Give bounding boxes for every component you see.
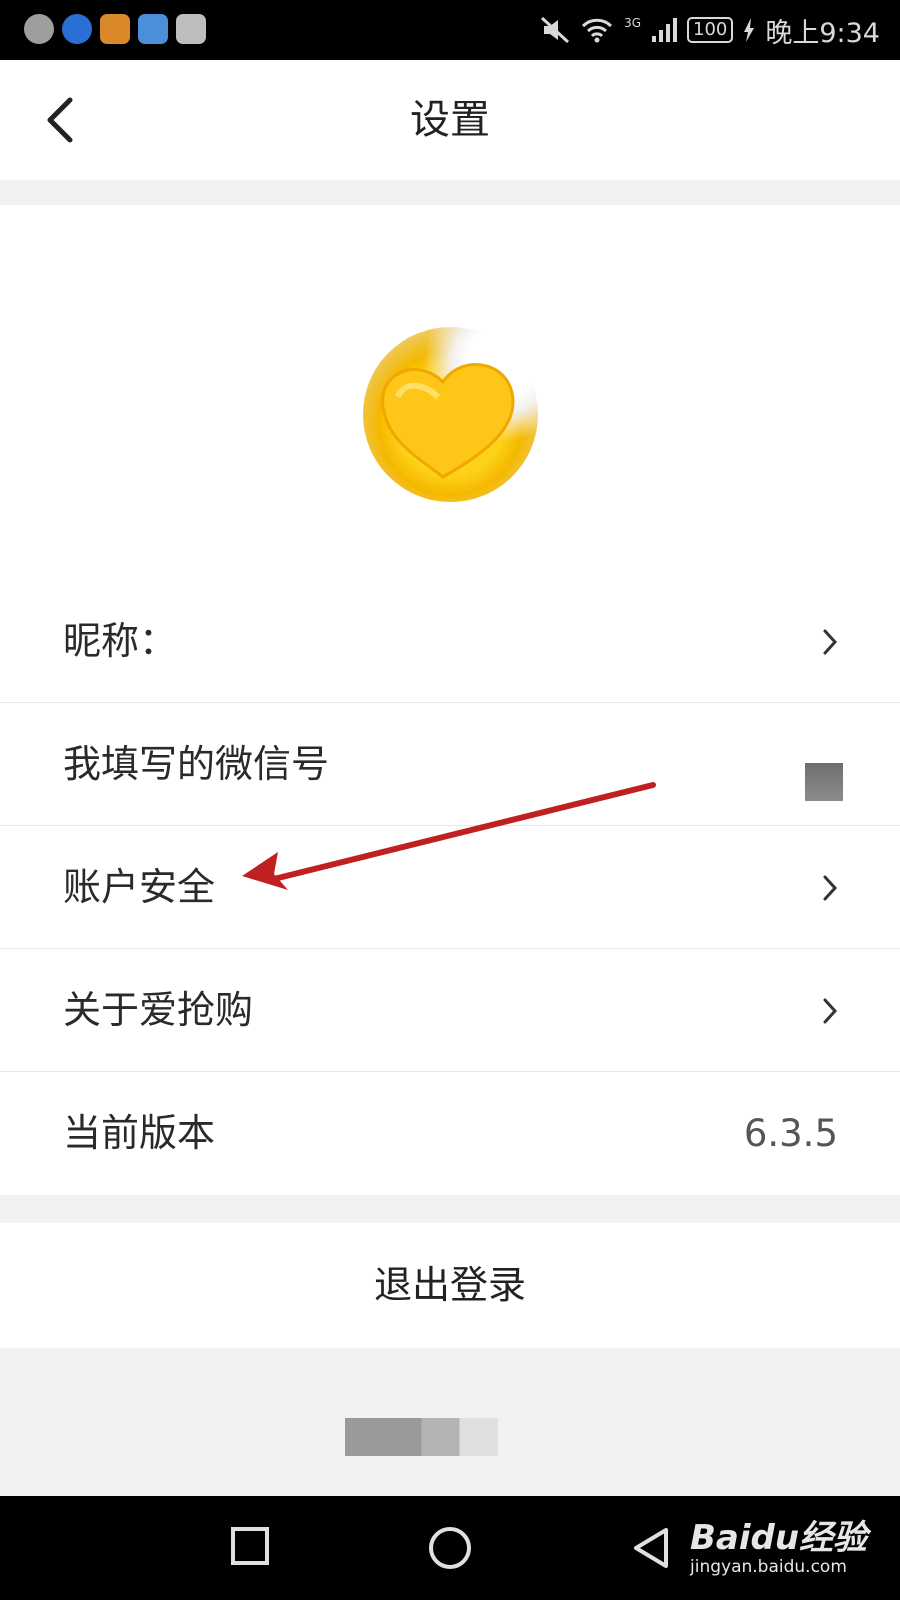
page-title: 设置	[410, 97, 490, 143]
system-nav-bar: Baidu经验 jingyan.baidu.com	[0, 1496, 900, 1600]
watermark-brand: Baidu经验	[690, 1518, 868, 1558]
header: 设置	[0, 60, 900, 180]
circle-icon[interactable]	[428, 1526, 472, 1570]
nickname-label: 昵称：	[63, 619, 178, 663]
heart-icon	[381, 363, 515, 479]
network-type: 3G	[624, 16, 641, 30]
mute-icon	[541, 16, 570, 44]
signal-icon	[652, 18, 677, 42]
annotation-arrow	[242, 782, 656, 890]
account-security-label: 账户安全	[63, 865, 216, 909]
version-label: 当前版本	[63, 1111, 216, 1155]
chevron-right-icon	[823, 875, 838, 901]
version-row: 当前版本 6.3.5	[0, 1072, 900, 1195]
chevron-right-icon	[823, 998, 838, 1024]
avatar[interactable]	[363, 327, 538, 502]
huawei-app-icon	[176, 14, 206, 44]
orange-app-icon	[100, 14, 130, 44]
watermark-url: jingyan.baidu.com	[690, 1557, 847, 1577]
notification-icons	[24, 14, 206, 44]
status-bar: 3G 100 晚上9:34	[0, 0, 900, 60]
logout-label: 退出登录	[373, 1263, 526, 1307]
browser-app-icon	[138, 14, 168, 44]
message-app-icon	[24, 14, 54, 44]
about-label: 关于爱抢购	[63, 988, 254, 1032]
charging-icon	[744, 18, 755, 42]
about-row[interactable]: 关于爱抢购	[0, 949, 900, 1072]
wifi-icon	[582, 18, 613, 43]
square-icon[interactable]	[230, 1526, 270, 1566]
nickname-row[interactable]: 昵称：	[0, 580, 900, 703]
chevron-right-icon	[823, 629, 838, 655]
settings-screen: 3G 100 晚上9:34 设置 昵称： 我填写的微信号 账户安全 关于爱抢购 …	[0, 0, 900, 1600]
status-indicators: 3G 100 晚上9:34	[540, 10, 880, 50]
clock: 晚上9:34	[765, 17, 880, 49]
baidu-watermark: Baidu经验 jingyan.baidu.com	[690, 1510, 867, 1577]
version-value: 6.3.5	[743, 1112, 838, 1155]
profile-card	[0, 205, 900, 580]
weather-app-icon	[62, 14, 92, 44]
logout-button[interactable]: 退出登录	[0, 1223, 900, 1348]
triangle-back-icon[interactable]	[630, 1526, 670, 1570]
blurred-footer	[345, 1418, 498, 1456]
blurred-value	[805, 763, 843, 801]
battery-indicator: 100	[687, 17, 734, 43]
